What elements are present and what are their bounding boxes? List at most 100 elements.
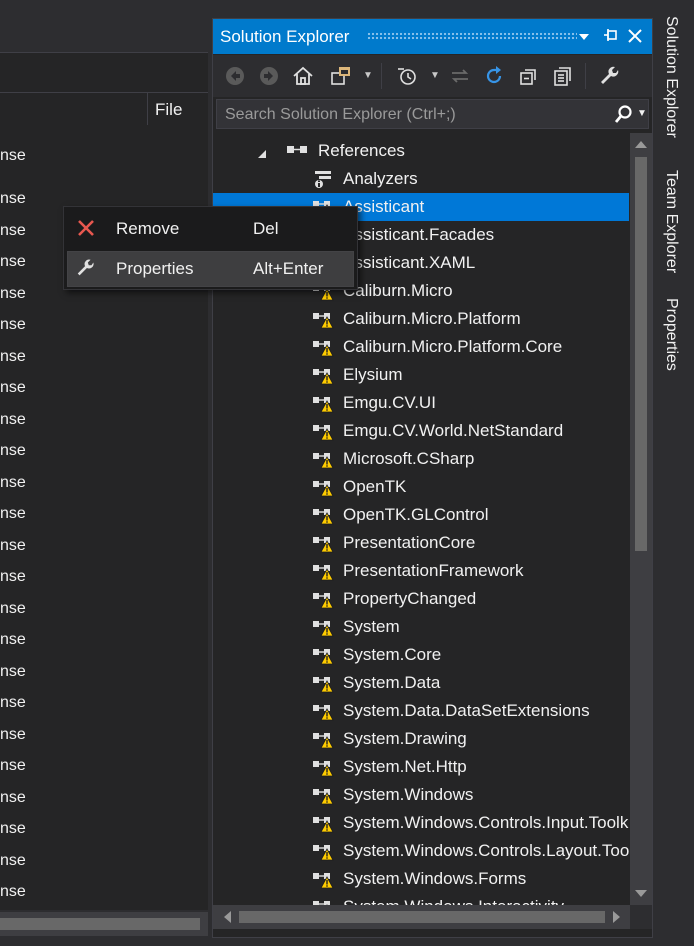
- list-item[interactable]: nse: [0, 442, 26, 460]
- tree-node-reference[interactable]: OpenTK: [213, 473, 629, 501]
- forward-icon[interactable]: [257, 64, 281, 88]
- tree-node-reference[interactable]: System.Windows.Controls.Input.Toolkit: [213, 809, 629, 837]
- reference-warning-icon: [312, 617, 334, 637]
- list-item[interactable]: nse: [0, 348, 26, 366]
- list-item[interactable]: nse: [0, 631, 26, 649]
- tree-node-reference[interactable]: PresentationCore: [213, 529, 629, 557]
- list-item[interactable]: nse: [0, 568, 26, 586]
- scroll-right-arrow-icon[interactable]: [613, 911, 620, 923]
- list-item[interactable]: nse: [0, 411, 26, 429]
- tree-node-reference[interactable]: System.Windows.Controls.Layout.Toolkit: [213, 837, 629, 865]
- sync-icon[interactable]: [448, 64, 472, 88]
- tree-node-reference[interactable]: System.Drawing: [213, 725, 629, 753]
- reference-warning-icon: [312, 869, 334, 889]
- search-icon[interactable]: [613, 102, 635, 126]
- list-item[interactable]: nse: [0, 883, 26, 901]
- scroll-up-arrow-icon[interactable]: [635, 141, 647, 148]
- menu-item-remove[interactable]: Remove Del: [67, 211, 354, 247]
- tree-node-reference[interactable]: PropertyChanged: [213, 585, 629, 613]
- reference-label: PresentationCore: [343, 533, 476, 552]
- tree-node-reference[interactable]: Caliburn.Micro.Platform.Core: [213, 333, 629, 361]
- tree-node-reference[interactable]: System.Windows.Forms: [213, 865, 629, 893]
- column-separator[interactable]: [147, 93, 148, 125]
- list-item[interactable]: nse: [0, 820, 26, 838]
- list-item[interactable]: nse: [0, 379, 26, 397]
- menu-item-properties[interactable]: Properties Alt+Enter: [67, 251, 354, 287]
- home-icon[interactable]: [291, 64, 315, 88]
- list-item[interactable]: nse: [0, 505, 26, 523]
- toolbar: ▼ ▼: [213, 55, 652, 97]
- tab-team-explorer[interactable]: Team Explorer: [658, 170, 680, 273]
- tree-node-reference[interactable]: System.Core: [213, 641, 629, 669]
- reference-warning-icon: [312, 477, 334, 497]
- tree-node-references[interactable]: References: [213, 137, 629, 165]
- vertical-scrollbar[interactable]: [630, 133, 652, 905]
- tree-node-reference[interactable]: Microsoft.CSharp: [213, 445, 629, 473]
- column-header-row: File: [0, 92, 208, 126]
- horizontal-scroll-thumb[interactable]: [239, 911, 605, 923]
- scroll-left-arrow-icon[interactable]: [224, 911, 231, 923]
- tree-node-reference[interactable]: Emgu.CV.UI: [213, 389, 629, 417]
- scroll-down-arrow-icon[interactable]: [635, 890, 647, 897]
- collapse-all-icon[interactable]: [517, 64, 541, 88]
- list-item[interactable]: nse: [0, 537, 26, 555]
- list-item[interactable]: nse: [0, 694, 26, 712]
- expanded-arrow-icon[interactable]: [257, 146, 267, 164]
- list-item[interactable]: nse: [0, 852, 26, 870]
- tree-node-reference[interactable]: Elysium: [213, 361, 629, 389]
- tree-node-reference[interactable]: System.Windows: [213, 781, 629, 809]
- left-horizontal-scrollbar[interactable]: [0, 912, 208, 936]
- tree-node-reference[interactable]: OpenTK.GLControl: [213, 501, 629, 529]
- list-item[interactable]: nse: [0, 663, 26, 681]
- tree-node-reference[interactable]: PresentationFramework: [213, 557, 629, 585]
- list-item[interactable]: nse: [0, 726, 26, 744]
- search-input[interactable]: [223, 103, 607, 127]
- dropdown-icon[interactable]: [573, 25, 595, 47]
- title-grip: [367, 32, 577, 40]
- pending-changes-icon[interactable]: [395, 64, 419, 88]
- list-item[interactable]: nse: [0, 190, 26, 208]
- list-item[interactable]: nse: [0, 600, 26, 618]
- list-item[interactable]: nse: [0, 474, 26, 492]
- pending-changes-dropdown-icon[interactable]: ▼: [423, 64, 447, 88]
- refresh-icon[interactable]: [482, 64, 506, 88]
- tab-properties[interactable]: Properties: [658, 298, 680, 371]
- title-bar[interactable]: Solution Explorer: [213, 19, 652, 54]
- search-box[interactable]: ▼: [216, 99, 649, 129]
- horizontal-scrollbar[interactable]: [213, 905, 652, 929]
- back-icon[interactable]: [223, 64, 247, 88]
- pin-icon[interactable]: [599, 25, 621, 47]
- tree-node-reference[interactable]: System.Data: [213, 669, 629, 697]
- list-item[interactable]: nse: [0, 789, 26, 807]
- show-all-files-icon[interactable]: [551, 64, 575, 88]
- tree-node-reference[interactable]: Emgu.CV.World.NetStandard: [213, 417, 629, 445]
- tree-node-analyzers[interactable]: Analyzers: [213, 165, 629, 193]
- tree-node-reference[interactable]: System: [213, 613, 629, 641]
- list-item[interactable]: nse: [0, 253, 26, 271]
- switch-views-icon[interactable]: [329, 64, 353, 88]
- reference-warning-icon: [312, 897, 334, 905]
- list-item[interactable]: nse: [0, 757, 26, 775]
- tree-node-reference[interactable]: System.Data.DataSetExtensions: [213, 697, 629, 725]
- tree-node-reference[interactable]: Caliburn.Micro.Platform: [213, 305, 629, 333]
- tree-node-reference[interactable]: System.Windows.Interactivity: [213, 893, 629, 905]
- switch-views-dropdown-icon[interactable]: ▼: [356, 64, 380, 88]
- vertical-scroll-thumb[interactable]: [635, 157, 647, 551]
- list-item[interactable]: nse: [0, 147, 26, 165]
- scroll-thumb[interactable]: [0, 918, 200, 930]
- reference-label: OpenTK.GLControl: [343, 505, 489, 524]
- list-item[interactable]: nse: [0, 316, 26, 334]
- menu-item-label: Properties: [116, 259, 194, 278]
- solution-explorer-window: Solution Explorer ▼ ▼ Search Solution Ex…: [212, 18, 653, 938]
- list-item[interactable]: nse: [0, 285, 26, 303]
- search-options-dropdown-icon[interactable]: ▼: [637, 108, 647, 119]
- close-icon[interactable]: [624, 25, 646, 47]
- scroll-corner: [630, 905, 652, 929]
- reference-warning-icon: [312, 309, 334, 329]
- tab-solution-explorer[interactable]: Solution Explorer: [658, 16, 680, 138]
- reference-label: System.Windows.Controls.Layout.Toolkit: [343, 841, 629, 860]
- column-header-file[interactable]: File: [155, 100, 182, 120]
- list-item[interactable]: nse: [0, 222, 26, 240]
- tree-node-reference[interactable]: System.Net.Http: [213, 753, 629, 781]
- properties-wrench-icon[interactable]: [598, 64, 622, 88]
